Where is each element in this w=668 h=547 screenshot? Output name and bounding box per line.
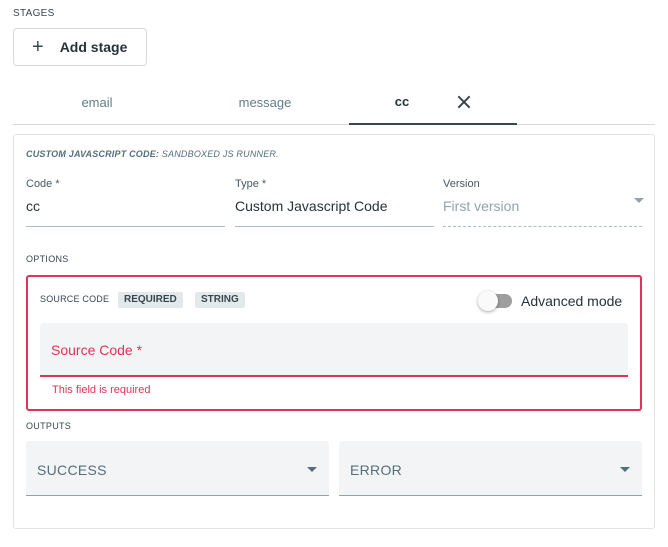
tab-cc[interactable]: cc [349,80,517,125]
source-code-input[interactable]: Source Code * [40,323,628,377]
source-code-placeholder: Source Code * [51,342,143,358]
close-icon[interactable] [457,95,471,109]
tab-message[interactable]: message [181,80,349,124]
tab-label: message [238,94,292,110]
success-output-select[interactable]: SUCCESS [26,441,329,496]
plus-icon: + [32,36,44,58]
stage-description: CUSTOM JAVASCRIPT CODE: SANDBOXED JS RUN… [26,149,279,159]
stage-panel: CUSTOM JAVASCRIPT CODE: SANDBOXED JS RUN… [13,134,655,529]
code-field[interactable]: Code * cc [26,178,225,227]
add-stage-button[interactable]: + Add stage [13,28,147,66]
type-field[interactable]: Type * Custom Javascript Code [235,178,434,227]
advanced-mode-label: Advanced mode [521,293,623,309]
chevron-down-icon [620,467,630,472]
error-output-value: ERROR [350,462,403,478]
code-input[interactable]: cc [26,198,225,227]
tab-email[interactable]: email [13,80,181,124]
type-input[interactable]: Custom Javascript Code [235,198,434,227]
options-label: OPTIONS [26,254,69,264]
tab-label: cc [394,94,410,109]
advanced-mode-toggle[interactable] [478,291,512,311]
error-output-select[interactable]: ERROR [339,441,642,496]
string-badge: STRING [195,292,245,308]
chevron-down-icon [307,467,317,472]
source-code-error: This field is required [52,384,151,396]
source-code-section: SOURCE CODE REQUIRED STRING Advanced mod… [26,275,642,411]
tab-label: email [81,94,113,110]
code-label: Code * [26,178,60,190]
version-label: Version [443,178,480,190]
required-badge: REQUIRED [118,292,183,308]
version-value[interactable]: First version [443,198,642,227]
stages-label: STAGES [13,8,55,19]
add-stage-label: Add stage [59,39,128,55]
chevron-down-icon[interactable] [634,198,644,203]
type-label: Type * [235,178,267,190]
source-code-title: SOURCE CODE [40,294,110,304]
version-select[interactable]: Version First version [443,178,642,227]
outputs-label: OUTPUTS [26,421,72,431]
stage-tabs: email message cc [13,80,655,125]
success-output-value: SUCCESS [37,462,107,478]
toggle-knob [478,291,498,311]
